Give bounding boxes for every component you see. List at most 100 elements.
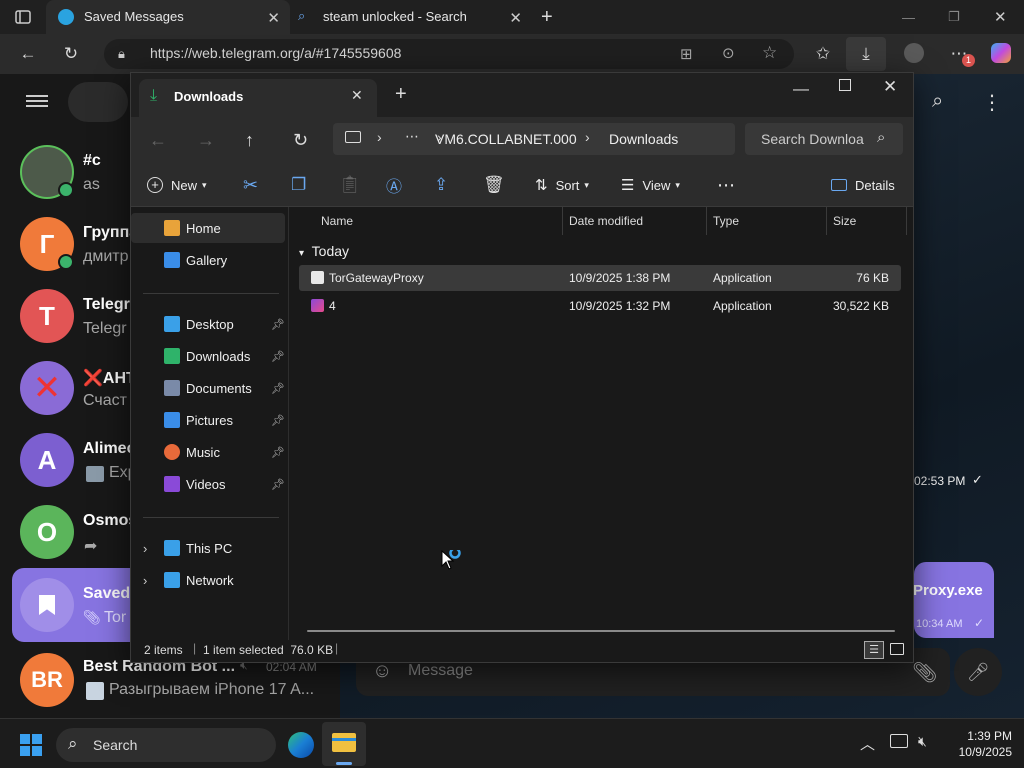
volume-muted-icon[interactable]: 🔇︎ bbox=[918, 733, 927, 750]
chat-search-icon[interactable]: ⌕ bbox=[932, 90, 943, 113]
breadcrumb[interactable]: › ⋯ › VM6.COLLABNET.000 › Downloads bbox=[333, 123, 735, 155]
file-explorer-app-icon[interactable] bbox=[322, 722, 366, 766]
minimize-icon[interactable]: — bbox=[902, 0, 915, 34]
view-button[interactable]: ☰ View ▾ bbox=[621, 163, 680, 207]
favorite-star-icon[interactable]: ☆ bbox=[762, 43, 777, 63]
back-icon[interactable]: ← bbox=[17, 43, 39, 65]
pin-icon[interactable]: 📌︎ bbox=[271, 414, 285, 427]
new-button[interactable]: + New ▾ bbox=[147, 163, 207, 207]
pin-icon[interactable]: 📌︎ bbox=[271, 382, 285, 395]
close-window-icon[interactable]: ✕ bbox=[883, 77, 897, 97]
taskbar-search[interactable]: ⌕ Search bbox=[56, 728, 276, 762]
file-size: 76 KB bbox=[856, 271, 889, 285]
close-tab-icon[interactable]: ✕ bbox=[267, 9, 280, 27]
sidebar-item-downloads[interactable]: Downloads 📌︎ bbox=[131, 341, 285, 371]
notification-badge: 1 bbox=[962, 54, 975, 67]
rename-button[interactable]: Ⓐ bbox=[386, 163, 402, 207]
restore-icon[interactable]: ❐ bbox=[948, 0, 960, 34]
bubble-time: 10:34 AM bbox=[916, 618, 963, 630]
share-button[interactable]: ⇪ bbox=[434, 163, 448, 207]
favorites-icon[interactable]: ✩ bbox=[812, 43, 834, 65]
sort-button[interactable]: ⇅ Sort ▾ bbox=[535, 163, 589, 207]
copilot-icon[interactable] bbox=[990, 43, 1012, 65]
network-status-icon[interactable] bbox=[890, 734, 908, 748]
message-input[interactable]: Message bbox=[408, 662, 473, 680]
address-bar[interactable]: 🔒︎ https://web.telegram.org/a/#174555960… bbox=[104, 39, 794, 69]
explorer-tab-downloads[interactable]: ⤓ Downloads ✕ bbox=[139, 79, 377, 117]
chat-menu-icon[interactable]: ⋮ bbox=[982, 90, 1002, 115]
tab-saved-messages[interactable]: Saved Messages ✕ bbox=[46, 0, 290, 34]
sidebar-item-gallery[interactable]: Gallery bbox=[131, 245, 285, 275]
tab-actions-icon[interactable] bbox=[14, 0, 36, 34]
file-row-selected[interactable]: TorGatewayProxy 10/9/2025 1:38 PM Applic… bbox=[299, 265, 901, 291]
column-header-size[interactable]: Size bbox=[833, 207, 856, 235]
sidebar-item-music[interactable]: Music 📌︎ bbox=[131, 437, 285, 467]
maximize-icon[interactable] bbox=[839, 79, 851, 91]
url-text[interactable]: https://web.telegram.org/a/#1745559608 bbox=[150, 45, 401, 61]
new-tab-button[interactable]: + bbox=[541, 0, 553, 34]
start-button[interactable] bbox=[20, 734, 42, 756]
clock[interactable]: 1:39 PM 10/9/2025 bbox=[946, 728, 1012, 760]
emoji-icon[interactable]: ☺ bbox=[372, 660, 392, 683]
breadcrumb-downloads[interactable]: Downloads bbox=[609, 131, 678, 147]
sidebar-item-this-pc[interactable]: › This PC bbox=[131, 533, 285, 563]
refresh-icon[interactable]: ↻ bbox=[293, 130, 308, 151]
breadcrumb-computer[interactable]: VM6.COLLABNET.000 bbox=[435, 131, 577, 147]
search-box[interactable]: Search Downloa ⌕ bbox=[745, 123, 903, 155]
hamburger-menu-icon[interactable] bbox=[26, 92, 48, 110]
show-hidden-icons-icon[interactable]: ︿ bbox=[860, 733, 875, 754]
pin-icon[interactable]: 📌︎ bbox=[271, 446, 285, 459]
downloads-icon[interactable]: ⤓ bbox=[846, 37, 886, 71]
horizontal-scrollbar[interactable] bbox=[307, 630, 895, 632]
back-icon[interactable]: ← bbox=[149, 130, 167, 151]
navigation-pane: Home Gallery Desktop 📌︎ Downloads 📌︎ Doc… bbox=[131, 207, 289, 644]
sidebar-item-home[interactable]: Home bbox=[131, 213, 285, 243]
sidebar-item-network[interactable]: › Network bbox=[131, 565, 285, 595]
pin-icon[interactable]: 📌︎ bbox=[271, 350, 285, 363]
copy-button[interactable]: ❐ bbox=[291, 163, 306, 207]
minimize-icon[interactable]: — bbox=[793, 81, 809, 99]
attach-icon[interactable]: 📎︎ bbox=[912, 660, 937, 685]
sidebar-item-pictures[interactable]: Pictures 📌︎ bbox=[131, 405, 285, 435]
close-tab-icon[interactable]: ✕ bbox=[509, 9, 522, 27]
cut-button[interactable]: ✂ bbox=[243, 163, 258, 207]
more-locations-icon[interactable]: ⋯ bbox=[405, 128, 419, 145]
group-header[interactable]: ▾ Today bbox=[299, 243, 349, 259]
column-header-type[interactable]: Type bbox=[713, 207, 739, 235]
app-available-icon[interactable]: ⊞ bbox=[680, 45, 693, 63]
sidebar-label: Videos bbox=[186, 476, 226, 492]
tab-steam-search[interactable]: ⌕ steam unlocked - Search ✕ bbox=[292, 0, 532, 34]
close-window-icon[interactable]: ✕ bbox=[994, 0, 1007, 34]
chevron-right-icon[interactable]: › bbox=[143, 573, 147, 588]
close-tab-icon[interactable]: ✕ bbox=[351, 87, 363, 104]
delete-button[interactable]: 🗑︎ bbox=[483, 163, 505, 207]
sidebar-label: Home bbox=[186, 220, 221, 236]
profile-icon[interactable] bbox=[903, 43, 925, 65]
chevron-right-icon[interactable]: › bbox=[143, 541, 147, 556]
pin-icon[interactable]: 📌︎ bbox=[271, 318, 285, 331]
new-tab-button[interactable]: + bbox=[395, 83, 407, 106]
forward-icon[interactable]: → bbox=[197, 130, 215, 151]
telegram-search-box[interactable] bbox=[68, 82, 128, 122]
up-icon[interactable]: ↑ bbox=[245, 130, 254, 151]
details-button[interactable]: Details bbox=[831, 163, 895, 207]
paste-button[interactable]: 📋︎ bbox=[339, 163, 361, 207]
pin-icon[interactable]: 📌︎ bbox=[271, 478, 285, 491]
sidebar-item-desktop[interactable]: Desktop 📌︎ bbox=[131, 309, 285, 339]
refresh-icon[interactable]: ↻ bbox=[60, 43, 82, 65]
edge-app-icon[interactable] bbox=[288, 732, 314, 758]
reading-mode-icon[interactable]: ⊙ bbox=[722, 44, 735, 62]
large-icons-view-icon[interactable] bbox=[890, 643, 904, 655]
chat-title: #c bbox=[83, 152, 101, 169]
sidebar-item-documents[interactable]: Documents 📌︎ bbox=[131, 373, 285, 403]
sidebar-item-videos[interactable]: Videos 📌︎ bbox=[131, 469, 285, 499]
lock-icon[interactable]: 🔒︎ bbox=[118, 46, 125, 62]
search-placeholder[interactable]: Search Downloa bbox=[761, 131, 864, 147]
details-view-icon[interactable]: ☰ bbox=[864, 641, 884, 659]
file-explorer-window: ⤓ Downloads ✕ + — ✕ ← → ↑ ↻ › ⋯ › VM6.CO… bbox=[130, 72, 914, 663]
column-header-date[interactable]: Date modified bbox=[569, 207, 643, 235]
file-row[interactable]: 4 10/9/2025 1:32 PM Application 30,522 K… bbox=[299, 293, 901, 319]
column-header-name[interactable]: Name bbox=[321, 207, 353, 235]
more-options-icon[interactable]: ⋯ bbox=[717, 163, 735, 207]
voice-message-button[interactable]: 🎤︎ bbox=[954, 648, 1002, 696]
